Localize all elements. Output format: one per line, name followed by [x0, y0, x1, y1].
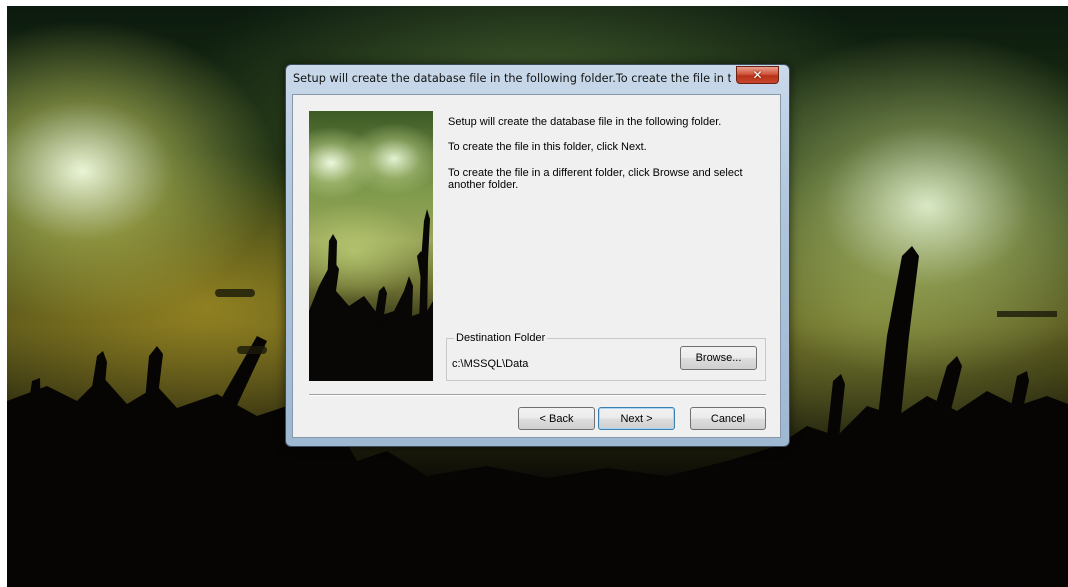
cancel-button[interactable]: Cancel [690, 407, 766, 430]
window-title: Setup will create the database file in t… [293, 72, 731, 85]
destination-folder-label: Destination Folder [454, 332, 548, 344]
setup-dialog-window: Setup will create the database file in t… [285, 64, 790, 447]
close-button[interactable]: ✕ [736, 66, 779, 84]
destination-path: c:\MSSQL\Data [452, 358, 529, 370]
button-separator [309, 394, 766, 396]
concert-crowd-image [309, 111, 433, 381]
close-icon: ✕ [752, 68, 763, 82]
browse-button[interactable]: Browse... [680, 346, 757, 370]
dialog-client-area: Setup will create the database file in t… [292, 94, 781, 438]
instruction-line-3: To create the file in a different folder… [448, 167, 743, 191]
instruction-line-1: Setup will create the database file in t… [448, 116, 722, 128]
next-button[interactable]: Next > [598, 407, 675, 430]
instruction-line-2: To create the file in this folder, click… [448, 141, 647, 153]
title-bar[interactable]: Setup will create the database file in t… [286, 65, 789, 90]
destination-folder-group: Destination Folder c:\MSSQL\Data Browse.… [446, 332, 766, 381]
back-button[interactable]: < Back [518, 407, 595, 430]
